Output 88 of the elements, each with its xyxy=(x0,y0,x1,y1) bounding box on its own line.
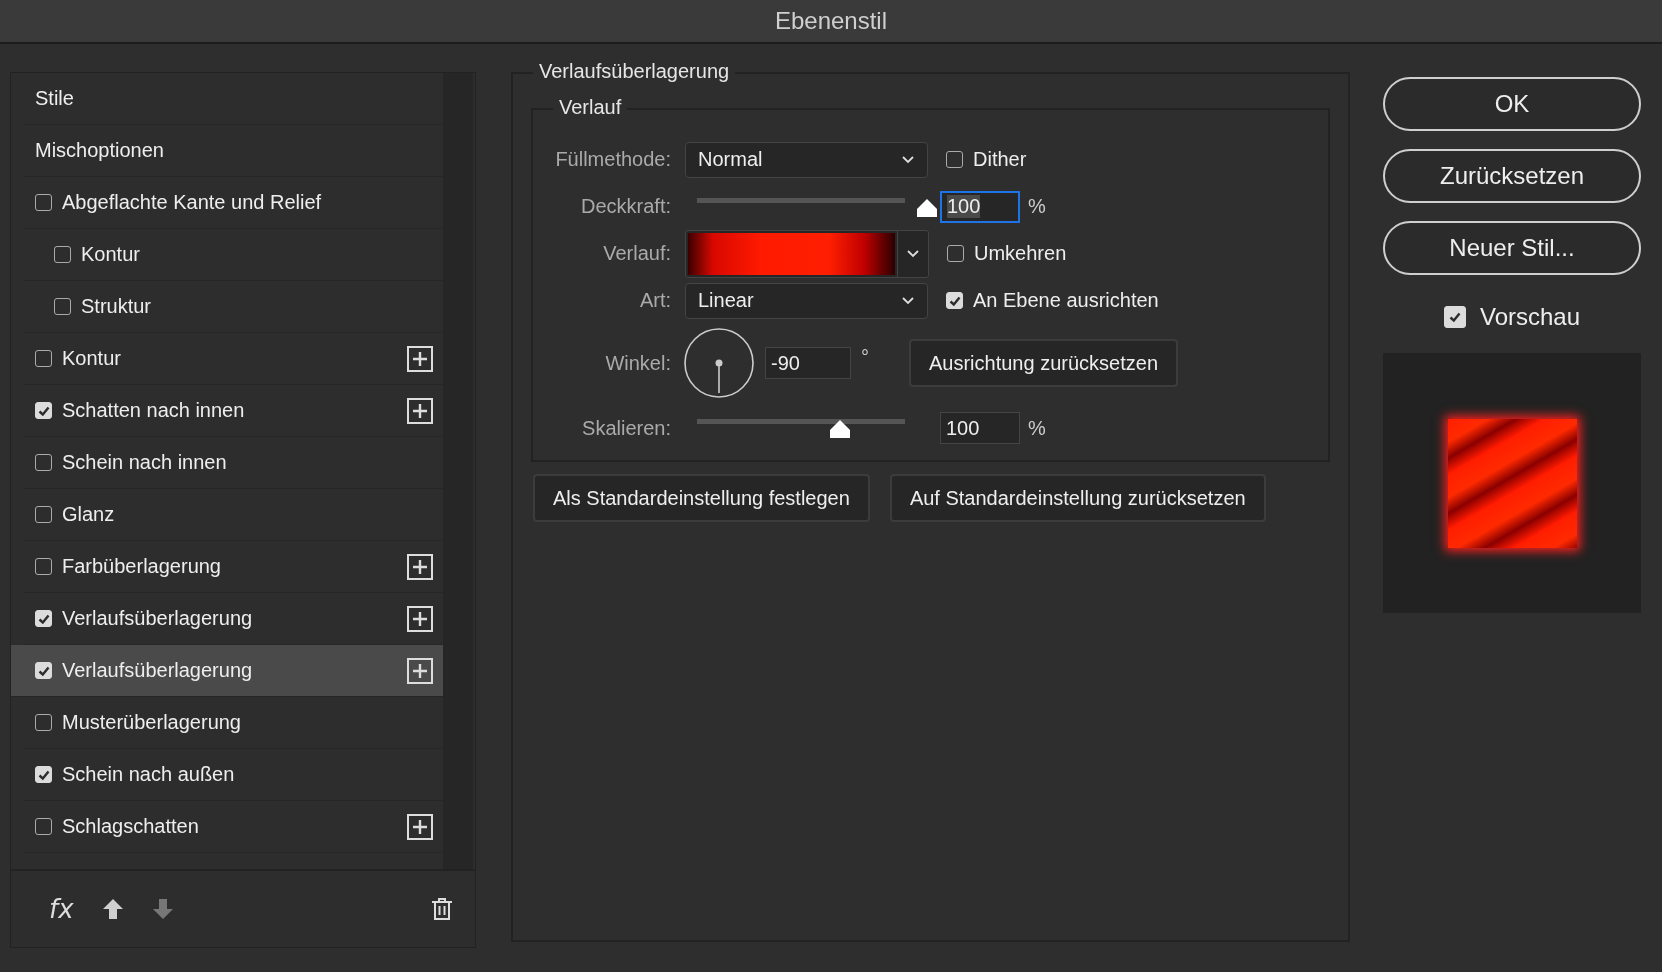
dialog-button[interactable]: Neuer Stil... xyxy=(1383,221,1641,275)
dialog-button[interactable]: Zurücksetzen xyxy=(1383,149,1641,203)
add-icon[interactable] xyxy=(407,605,433,632)
effect-label: Schein nach außen xyxy=(62,763,236,786)
effect-label: Verlaufsüberlagerung xyxy=(62,607,254,630)
checkmark-icon xyxy=(1447,310,1462,324)
field-label: Winkel: xyxy=(604,351,671,375)
effect-list-item[interactable]: Kontur xyxy=(24,229,443,281)
effect-list-item[interactable]: Schein nach innen xyxy=(24,437,443,489)
field-label: Deckkraft: xyxy=(579,195,671,218)
number-field[interactable]: 100 xyxy=(940,190,1020,223)
checkbox[interactable] xyxy=(35,610,52,627)
angle-dial[interactable] xyxy=(683,327,755,399)
effect-label: Glanz xyxy=(62,503,116,526)
effect-label: Struktur xyxy=(81,295,153,318)
checkbox[interactable] xyxy=(946,151,963,168)
checkbox-label: Dither xyxy=(973,148,1027,171)
reset-alignment-button[interactable]: Ausrichtung zurücksetzen xyxy=(909,339,1178,387)
checkbox[interactable] xyxy=(35,454,52,471)
effect-list-item[interactable]: Glanz xyxy=(24,489,443,541)
unit-label: % xyxy=(1028,195,1046,218)
checkbox[interactable] xyxy=(35,818,52,835)
add-icon[interactable] xyxy=(407,553,433,580)
checkbox[interactable] xyxy=(35,558,52,575)
checkbox[interactable] xyxy=(35,714,52,731)
effect-label: Mischoptionen xyxy=(35,139,165,162)
unit-label: % xyxy=(1028,416,1046,440)
add-icon[interactable] xyxy=(407,813,433,840)
field-label: Skalieren: xyxy=(581,416,671,440)
gradient-swatch[interactable] xyxy=(688,232,895,275)
add-icon[interactable] xyxy=(407,397,433,424)
gradient-picker[interactable] xyxy=(685,229,929,278)
effect-list-item[interactable]: Schatten nach innen xyxy=(24,385,443,437)
effect-label: Kontur xyxy=(62,347,122,370)
checkbox[interactable] xyxy=(35,402,52,419)
degree-label: ° xyxy=(861,346,869,369)
slider-thumb[interactable] xyxy=(916,197,938,218)
chevron-down-icon xyxy=(901,296,915,305)
effect-list-item[interactable]: Schlagschatten xyxy=(24,801,443,853)
effect-list-item[interactable]: Struktur xyxy=(24,281,443,333)
checkbox[interactable] xyxy=(946,292,963,309)
field-label: Füllmethode: xyxy=(554,148,671,171)
effect-list-item[interactable]: Verlaufsüberlagerung xyxy=(11,645,443,697)
checkbox[interactable] xyxy=(35,766,52,783)
effect-label: Schatten nach innen xyxy=(62,399,246,422)
field-label: Art: xyxy=(638,289,671,312)
effect-list-item[interactable]: Kontur xyxy=(24,333,443,385)
number-field[interactable]: 100 xyxy=(940,412,1020,444)
dropdown[interactable]: Linear xyxy=(685,282,928,319)
effect-label: Stile xyxy=(35,87,75,110)
checkbox[interactable] xyxy=(35,506,52,523)
effect-list-item[interactable]: Musterüberlagerung xyxy=(24,697,443,749)
checkbox[interactable] xyxy=(35,662,52,679)
effect-list-item[interactable]: Schein nach außen xyxy=(24,749,443,801)
default-button[interactable]: Als Standardeinstellung festlegen xyxy=(533,474,870,522)
checkbox[interactable] xyxy=(54,246,71,263)
effect-label: Schein nach innen xyxy=(62,451,228,474)
checkbox[interactable] xyxy=(947,245,964,262)
add-icon[interactable] xyxy=(407,345,433,372)
field-label: Verlauf: xyxy=(602,242,671,265)
checkbox-label: An Ebene ausrichten xyxy=(973,289,1159,312)
checkbox[interactable] xyxy=(1443,306,1466,328)
checkbox[interactable] xyxy=(35,194,52,211)
effect-label: Schlagschatten xyxy=(62,815,200,838)
checkbox-label: Vorschau xyxy=(1479,303,1581,331)
effect-label: Abgeflachte Kante und Relief xyxy=(62,191,323,214)
effect-list-item[interactable]: Farbüberlagerung xyxy=(24,541,443,593)
default-button[interactable]: Auf Standardeinstellung zurücksetzen xyxy=(889,474,1266,522)
checkbox[interactable] xyxy=(54,298,71,315)
effect-label: Verlaufsüberlagerung xyxy=(62,659,254,682)
trash-icon[interactable] xyxy=(431,897,453,921)
checkbox[interactable] xyxy=(35,350,52,367)
dialog-button[interactable]: OK xyxy=(1383,77,1641,131)
slider-thumb[interactable] xyxy=(828,419,851,439)
add-icon[interactable] xyxy=(407,657,433,684)
window-title: Ebenenstil xyxy=(774,7,888,35)
chevron-down-icon[interactable] xyxy=(906,249,920,258)
effect-list-item[interactable]: Abgeflachte Kante und Relief xyxy=(24,177,443,229)
effects-menu-button[interactable]: fx xyxy=(49,894,74,924)
effect-label: Kontur xyxy=(81,243,141,266)
group-title: Verlaufsüberlagerung xyxy=(533,60,736,83)
arrow-up-icon[interactable] xyxy=(101,898,124,920)
chevron-down-icon xyxy=(901,155,915,164)
effect-label: Farbüberlagerung xyxy=(62,555,222,578)
angle-field[interactable]: -90 xyxy=(765,347,851,379)
dropdown[interactable]: Normal xyxy=(685,141,928,178)
checkbox-label: Umkehren xyxy=(974,242,1067,265)
effect-label: Musterüberlagerung xyxy=(62,711,242,734)
